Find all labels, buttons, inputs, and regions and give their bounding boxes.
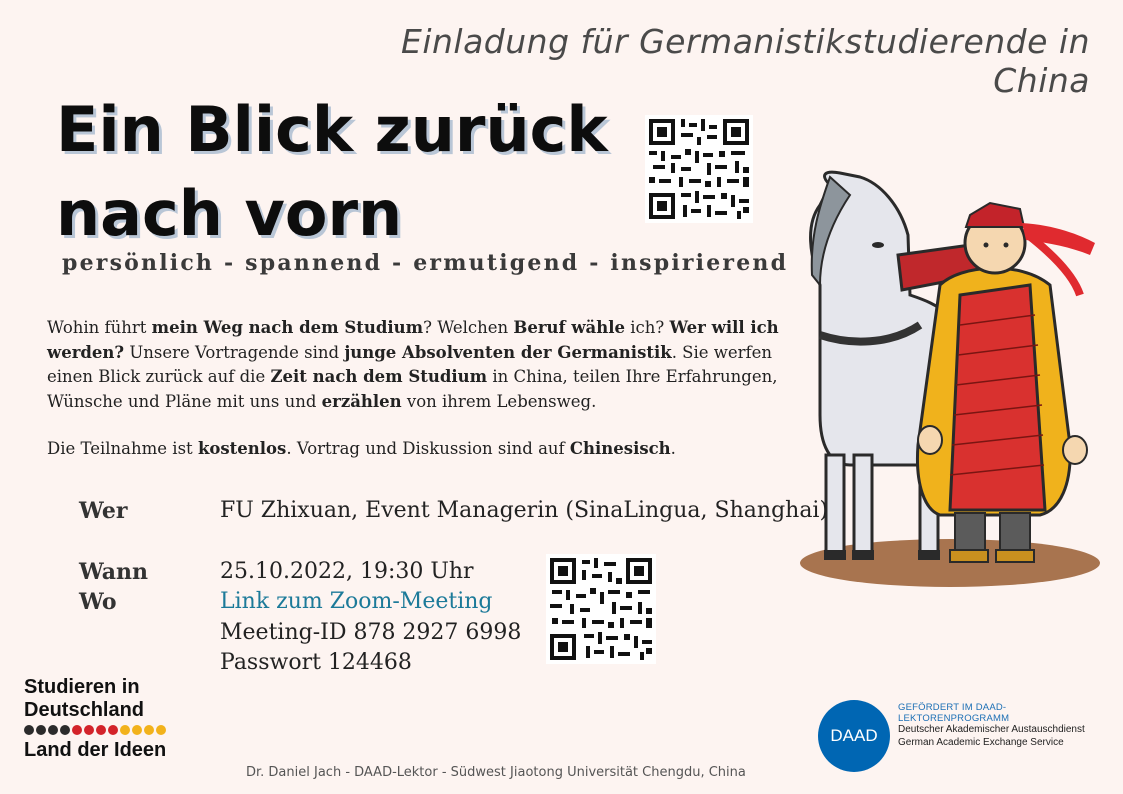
- intro-paragraph: Wohin führt mein Weg nach dem Studium? W…: [47, 316, 782, 414]
- intro-bold: mein Weg nach dem Studium: [151, 318, 424, 337]
- where-label: Wo: [79, 589, 117, 615]
- intro-text: Wohin führt: [47, 318, 152, 337]
- sid-dots-icon: [24, 725, 194, 735]
- who-value: FU Zhixuan, Event Managerin (SinaLingua,…: [220, 498, 829, 523]
- intro-bold: erzählen: [321, 391, 402, 411]
- note-bold: kostenlos: [197, 439, 287, 458]
- daad-funded-label: GEFÖRDERT IM DAAD-LEKTORENPROGRAMM: [898, 702, 1010, 724]
- meeting-id: Meeting-ID 878 2927 6998: [220, 620, 522, 645]
- studieren-in-deutschland-logo: Studieren in Deutschland Land der Ideen: [24, 676, 194, 762]
- intro-text: Unsere Vortragende sind: [124, 342, 345, 362]
- intro-bold: Zeit nach dem Studium: [270, 367, 488, 386]
- when-value: 25.10.2022, 19:30 Uhr: [220, 559, 474, 584]
- daad-name-en: German Academic Exchange Service: [898, 737, 1064, 748]
- note-text: .: [670, 439, 676, 458]
- note-bold: Chinesisch: [569, 439, 671, 458]
- sid-line-1: Studieren in: [24, 676, 140, 698]
- title-line-2: nach vorn: [56, 177, 403, 250]
- when-label: Wann: [79, 559, 149, 585]
- note-text: Die Teilnahme ist: [47, 439, 198, 458]
- title-line-1: Ein Blick zurück: [56, 93, 608, 166]
- tagline: persönlich - spannend - ermutigend - ins…: [62, 250, 789, 276]
- zoom-meeting-link[interactable]: Link zum Zoom-Meeting: [220, 589, 493, 614]
- daad-circle-icon: DAAD: [818, 700, 890, 772]
- qr-code-zoom[interactable]: [546, 554, 656, 664]
- sid-line-2: Deutschland: [24, 699, 145, 721]
- sid-line-3: Land der Ideen: [24, 739, 167, 761]
- intro-text: ? Welchen: [423, 318, 514, 337]
- who-label: Wer: [79, 498, 128, 524]
- note-text: . Vortrag und Diskussion sind auf: [286, 439, 570, 458]
- daad-logo: DAAD GEFÖRDERT IM DAAD-LEKTORENPROGRAMM …: [818, 700, 1108, 776]
- intro-text: von ihrem Lebensweg.: [401, 391, 597, 411]
- intro-text: ich?: [625, 318, 670, 337]
- horse-and-monk-illustration: [800, 170, 1100, 587]
- page-title: Ein Blick zurück nach vorn: [56, 88, 656, 256]
- qr-code-top[interactable]: [645, 115, 753, 223]
- footer-credit: Dr. Daniel Jach - DAAD-Lektor - Südwest …: [246, 765, 746, 780]
- intro-bold: junge Absolventen der Germanistik: [344, 342, 672, 362]
- daad-name-de: Deutscher Akademischer Austauschdienst: [898, 724, 1085, 735]
- meeting-password: Passwort 124468: [220, 650, 412, 675]
- participation-note: Die Teilnahme ist kostenlos. Vortrag und…: [47, 437, 747, 461]
- intro-bold: Beruf wähle: [513, 318, 626, 337]
